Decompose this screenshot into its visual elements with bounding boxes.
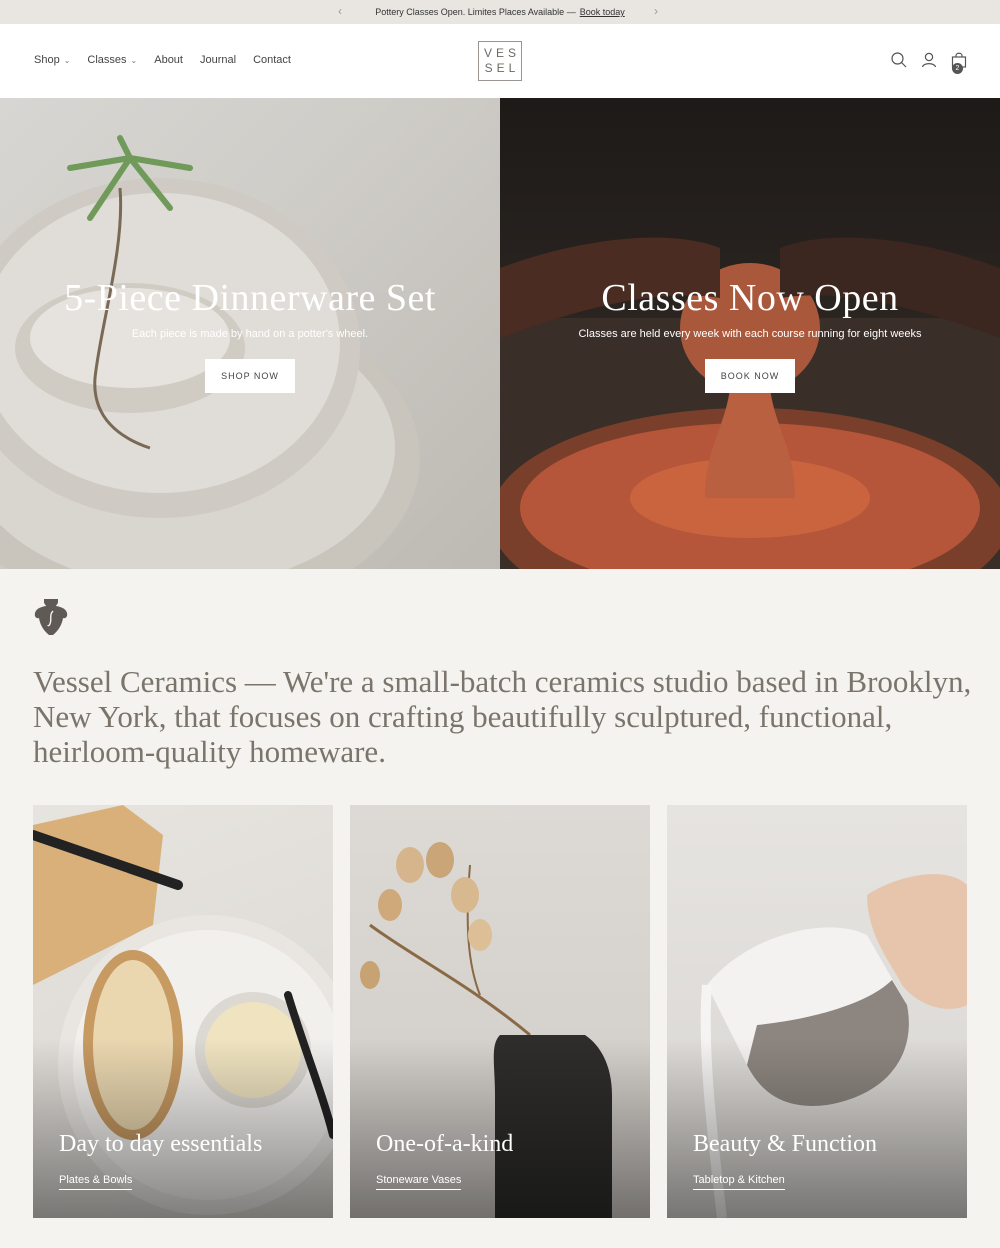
- cart-icon[interactable]: 2: [950, 51, 968, 74]
- nav-item-classes[interactable]: Classes ⌄: [87, 54, 137, 66]
- hero-dinnerware: 5-Piece Dinnerware Set Each piece is mad…: [0, 98, 500, 569]
- collection-card-beauty-function[interactable]: Beauty & Function Tabletop & Kitchen: [667, 805, 967, 1218]
- header-icons: 2: [890, 51, 968, 74]
- hero-classes: Classes Now Open Classes are held every …: [500, 98, 1000, 569]
- site-logo[interactable]: VES SEL: [478, 41, 522, 81]
- hero-title: Classes Now Open: [601, 277, 899, 319]
- nav-label: Shop: [34, 54, 60, 66]
- collection-card-one-of-a-kind[interactable]: One-of-a-kind Stoneware Vases: [350, 805, 650, 1218]
- announcement-text: Pottery Classes Open. Limites Places Ava…: [375, 7, 576, 17]
- chevron-left-icon[interactable]: ‹: [338, 4, 342, 18]
- hero-content: 5-Piece Dinnerware Set Each piece is mad…: [0, 276, 500, 393]
- nav-label: Journal: [199, 54, 237, 66]
- nav-label: Classes: [87, 54, 127, 66]
- announcement-bar: ‹ Pottery Classes Open. Limites Places A…: [0, 0, 1000, 24]
- cart-count-badge: 2: [952, 63, 963, 74]
- nav-label: Contact: [253, 54, 291, 66]
- intro-text: Vessel Ceramics — We're a small-batch ce…: [33, 664, 972, 769]
- nav-label: About: [154, 54, 183, 66]
- card-link[interactable]: Stoneware Vases: [376, 1174, 462, 1190]
- card-link[interactable]: Plates & Bowls: [59, 1174, 133, 1190]
- shop-now-button[interactable]: SHOP NOW: [205, 359, 295, 393]
- card-title: One-of-a-kind: [376, 1131, 514, 1157]
- book-now-button[interactable]: BOOK NOW: [704, 359, 796, 393]
- vase-icon: [32, 597, 70, 637]
- hero-content: Classes Now Open Classes are held every …: [500, 276, 1000, 393]
- announcement-link[interactable]: Book today: [580, 7, 625, 17]
- card-shade: [33, 1038, 333, 1218]
- card-link[interactable]: Tabletop & Kitchen: [693, 1174, 785, 1190]
- search-icon[interactable]: [890, 51, 908, 69]
- card-title: Day to day essentials: [59, 1131, 263, 1157]
- main-nav: Shop ⌄ Classes ⌄ About Journal Contact: [34, 54, 291, 66]
- card-shade: [667, 1038, 967, 1218]
- logo-line-1: VES: [483, 46, 520, 60]
- card-shade: [350, 1038, 650, 1218]
- account-icon[interactable]: [920, 51, 938, 69]
- collection-card-essentials[interactable]: Day to day essentials Plates & Bowls: [33, 805, 333, 1218]
- hero-subtitle: Classes are held every week with each co…: [578, 328, 922, 340]
- site-header: Shop ⌄ Classes ⌄ About Journal Contact V…: [0, 24, 1000, 98]
- chevron-down-icon: ⌄: [63, 56, 71, 65]
- nav-item-shop[interactable]: Shop ⌄: [34, 54, 70, 66]
- hero-title: 5-Piece Dinnerware Set: [64, 277, 436, 319]
- hero-subtitle: Each piece is made by hand on a potter's…: [131, 328, 369, 340]
- card-title: Beauty & Function: [693, 1131, 877, 1157]
- nav-item-journal[interactable]: Journal: [200, 54, 236, 66]
- nav-item-about[interactable]: About: [154, 54, 183, 66]
- nav-item-contact[interactable]: Contact: [253, 54, 291, 66]
- chevron-down-icon: ⌄: [130, 56, 138, 65]
- logo-line-2: SEL: [484, 61, 520, 75]
- chevron-right-icon[interactable]: ›: [654, 4, 658, 18]
